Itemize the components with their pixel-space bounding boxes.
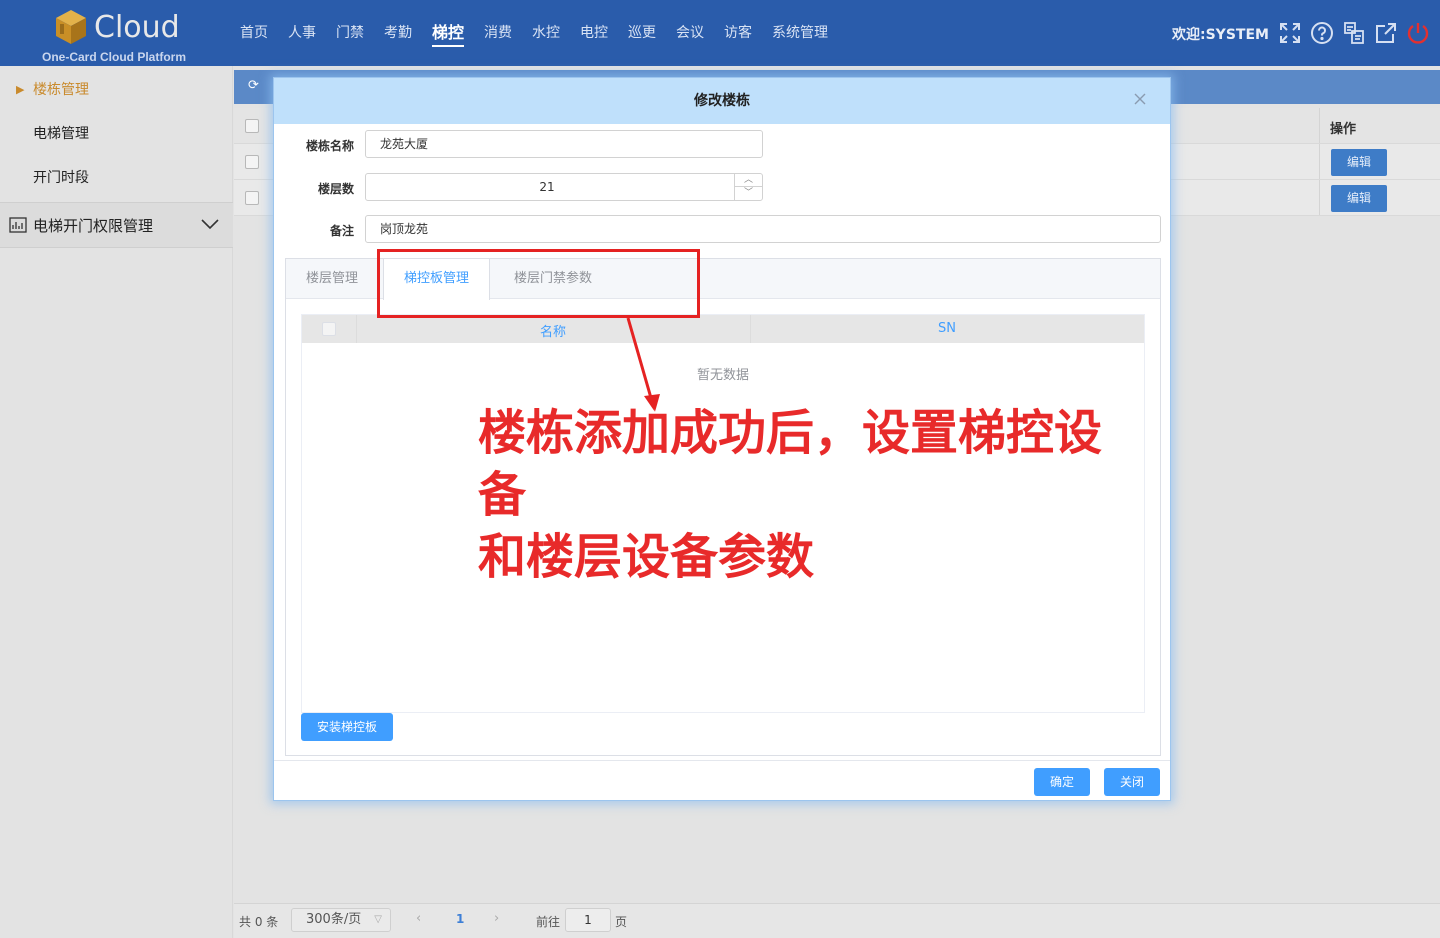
sidebar-group-elevator-permission[interactable]: 电梯开门权限管理 [0,202,233,248]
refresh-icon[interactable]: ⟳ [248,78,259,93]
close-button[interactable]: 关闭 [1104,768,1160,796]
logo: Cloud One-Card Cloud Platform [42,6,190,64]
nav-item[interactable]: 巡更 [618,0,666,66]
confirm-button[interactable]: 确定 [1034,768,1090,796]
pagination: 共 0 条 300条/页 ▽ ‹ 1 › 前往 1 页 [234,903,1440,938]
remark-row: 备注 岗顶龙苑 [274,215,1170,245]
floor-count-row: 楼层数 21 ︿ ﹀ [274,173,1170,203]
operation-header: 操作 [1330,122,1357,137]
main-nav: 首页 人事 门禁 考勤 梯控 消费 水控 电控 巡更 会议 访客 系统管理 [230,0,838,66]
column-divider [1319,108,1320,143]
annotation-highlight-box [377,249,700,318]
sidebar-item-open-period[interactable]: 开门时段 [0,156,233,200]
column-sn-header: SN [938,321,956,336]
column-divider [750,315,751,343]
nav-item[interactable]: 会议 [666,0,714,66]
floor-count-label: 楼层数 [317,182,354,196]
nav-item[interactable]: 消费 [474,0,522,66]
nav-item[interactable]: 首页 [230,0,278,66]
page-unit-label: 页 [615,915,628,929]
column-divider [1319,180,1320,215]
next-page-icon[interactable]: › [494,911,499,926]
sidebar-item-label: 开门时段 [33,170,89,186]
remark-label: 备注 [329,224,354,238]
active-triangle-icon: ▶ [16,83,25,96]
logo-cube-icon [56,10,86,44]
nav-item[interactable]: 水控 [522,0,570,66]
total-count: 共 0 条 [239,915,279,929]
install-elevator-board-button[interactable]: 安装梯控板 [301,713,393,741]
dialog-footer-divider [274,760,1170,761]
prev-page-icon[interactable]: ‹ [416,911,421,926]
building-name-row: 楼栋名称 龙苑大厦 [274,130,1170,160]
select-all-checkbox[interactable] [245,119,259,133]
top-header: Cloud One-Card Cloud Platform 首页 人事 门禁 考勤 梯控… [0,0,1440,66]
switch-icon[interactable] [1342,20,1366,46]
row-checkbox[interactable] [245,155,259,169]
stepper-up-icon[interactable]: ︿ [735,174,762,187]
fullscreen-icon[interactable] [1278,20,1302,46]
chevron-down-icon [201,219,219,230]
power-icon[interactable] [1406,20,1430,46]
nav-item[interactable]: 人事 [278,0,326,66]
remark-input[interactable]: 岗顶龙苑 [365,215,1161,243]
table-header: 名称 SN [302,315,1144,343]
nav-item[interactable]: 考勤 [374,0,422,66]
stepper-controls: ︿ ﹀ [734,174,762,200]
column-divider [356,315,357,343]
building-name-input[interactable]: 龙苑大厦 [365,130,763,158]
sidebar: ▶ 楼栋管理 电梯管理 开门时段 电梯开门权限管理 [0,66,233,938]
nav-item[interactable]: 梯控 [422,0,474,66]
sidebar-item-label: 楼栋管理 [33,82,89,98]
current-page[interactable]: 1 [456,912,464,926]
nav-item[interactable]: 门禁 [326,0,374,66]
help-icon[interactable] [1310,20,1334,46]
welcome-text: 欢迎:SYSTEM [1172,27,1269,43]
chevron-down-icon: ▽ [374,914,382,925]
external-link-icon[interactable] [1374,20,1398,46]
page-size-value: 300条/页 [306,912,362,927]
goto-label: 前往 [536,915,561,929]
floor-count-value: 21 [539,180,555,194]
annotation-arrow-icon [626,317,660,412]
logo-subtitle: One-Card Cloud Platform [42,50,187,64]
nav-item[interactable]: 电控 [570,0,618,66]
building-name-label: 楼栋名称 [305,139,354,153]
page-size-select[interactable]: 300条/页 ▽ [291,908,391,932]
row-checkbox[interactable] [245,191,259,205]
sidebar-item-elevator[interactable]: 电梯管理 [0,112,233,156]
dialog-title: 修改楼栋 [274,78,1170,124]
column-name-header: 名称 [540,325,567,340]
sidebar-group-label: 电梯开门权限管理 [33,217,154,235]
nav-item[interactable]: 系统管理 [762,0,838,66]
nav-item[interactable]: 访客 [714,0,762,66]
annotation-text: 楼栋添加成功后，设置梯控设备 和楼层设备参数 [478,402,1148,588]
empty-placeholder: 暂无数据 [696,368,749,383]
header-icons [1278,20,1430,46]
stepper-down-icon[interactable]: ﹀ [735,187,762,200]
edit-button[interactable]: 编辑 [1331,185,1387,212]
sidebar-item-building[interactable]: ▶ 楼栋管理 [0,68,233,112]
logo-text: Cloud [94,10,180,45]
floor-count-stepper[interactable]: 21 ︿ ﹀ [365,173,763,201]
edit-button[interactable]: 编辑 [1331,149,1387,176]
chart-icon [9,217,27,233]
column-divider [1319,144,1320,179]
select-all-checkbox[interactable] [322,322,336,336]
annotation-line: 楼栋添加成功后，设置梯控设备 [478,405,1103,523]
tab-floor-management[interactable]: 楼层管理 [286,259,378,299]
close-icon[interactable] [1132,91,1148,107]
annotation-line: 和楼层设备参数 [478,529,815,585]
sidebar-item-label: 电梯管理 [33,126,89,142]
goto-page-input[interactable]: 1 [565,908,611,932]
